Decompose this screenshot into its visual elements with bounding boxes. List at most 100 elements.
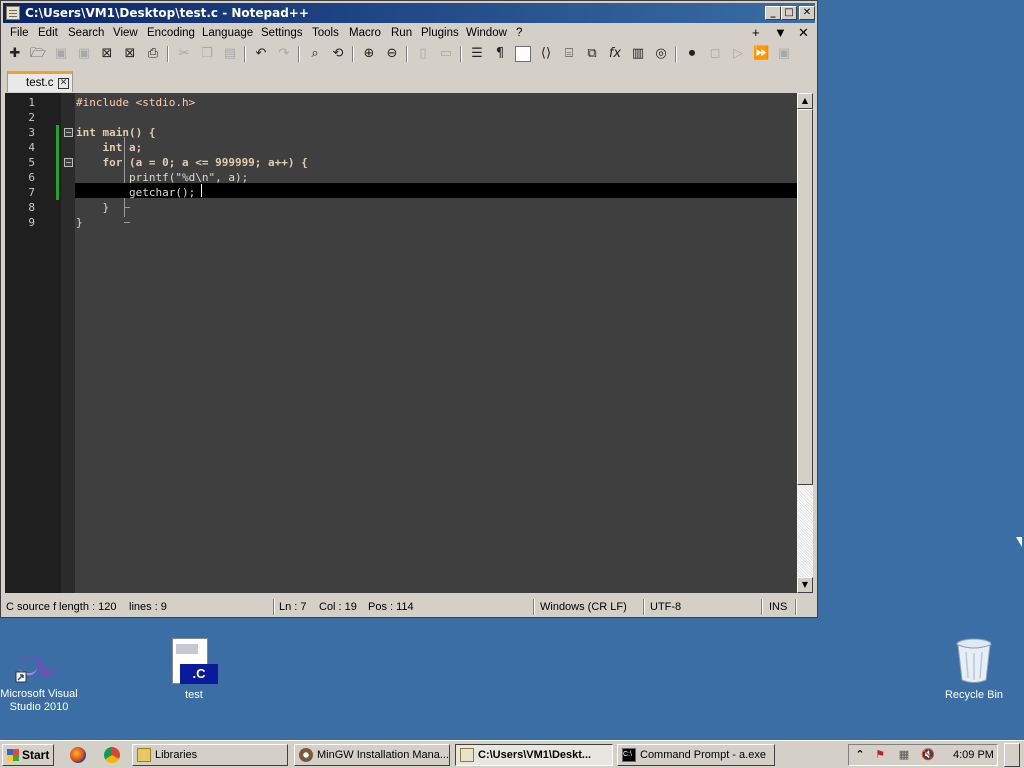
desktop-icon-recycle-bin[interactable]: Recycle Bin: [940, 638, 1008, 706]
menu-settings[interactable]: Settings: [259, 24, 305, 42]
menu-view[interactable]: View: [111, 24, 140, 42]
cut-icon[interactable]: ✂: [176, 46, 192, 62]
user-defined-language-icon[interactable]: ⟨⟩: [538, 46, 554, 62]
menu-tools[interactable]: Tools: [310, 24, 341, 42]
new-tab-button[interactable]: +: [752, 24, 760, 42]
play-macro-icon[interactable]: ▷: [730, 46, 746, 62]
menu-encoding[interactable]: Encoding: [145, 24, 197, 42]
taskbar-item-libraries[interactable]: Libraries: [132, 744, 288, 766]
stop-macro-icon[interactable]: ◻: [707, 46, 723, 62]
new-file-icon[interactable]: ✚: [7, 46, 23, 62]
redo-icon[interactable]: ↷: [276, 46, 292, 62]
menu-edit[interactable]: Edit: [36, 24, 60, 42]
toolbar-separator: [352, 46, 354, 62]
status-insert-mode[interactable]: INS: [769, 597, 787, 617]
start-button[interactable]: Start: [2, 744, 54, 766]
tab-close-icon[interactable]: ✕: [58, 78, 69, 89]
close-button[interactable]: ✕: [799, 6, 815, 20]
close-all-icon[interactable]: ⊠: [122, 46, 138, 62]
taskbar-item-mingw[interactable]: MinGW Installation Mana...: [294, 744, 450, 766]
function-list-icon[interactable]: fx: [607, 46, 623, 62]
save-all-icon[interactable]: ▣: [76, 46, 92, 62]
show-desktop-button[interactable]: [1004, 743, 1020, 767]
toolbar-separator: [298, 46, 300, 62]
close-file-icon[interactable]: ⊠: [99, 46, 115, 62]
word-wrap-icon[interactable]: ☰: [469, 46, 485, 62]
desktop-icon-label: Recycle Bin: [944, 689, 1004, 701]
code-line: getchar();: [76, 186, 196, 199]
paste-icon[interactable]: ▤: [222, 46, 238, 62]
taskbar-item-label: Command Prompt - a.exe: [640, 749, 766, 761]
zoom-in-icon[interactable]: ⊕: [361, 46, 377, 62]
network-icon[interactable]: ▦: [897, 748, 911, 762]
taskbar-item-command-prompt[interactable]: C:\ Command Prompt - a.exe: [617, 744, 775, 766]
vertical-scrollbar[interactable]: ▲ ▼: [797, 93, 813, 593]
undo-icon[interactable]: ↶: [253, 46, 269, 62]
open-file-icon[interactable]: 🗁: [30, 46, 46, 62]
status-divider: [533, 599, 535, 615]
menu-search[interactable]: Search: [66, 24, 106, 42]
status-eol[interactable]: Windows (CR LF): [540, 597, 627, 617]
close-document-button[interactable]: ✕: [798, 24, 809, 42]
menu-macro[interactable]: Macro: [347, 24, 383, 42]
save-macro-icon[interactable]: ▣: [776, 46, 792, 62]
fold-end-marker: [124, 222, 130, 223]
taskbar-item-label: MinGW Installation Mana...: [317, 749, 450, 761]
clock[interactable]: 4:09 PM: [953, 745, 994, 765]
firefox-icon[interactable]: [70, 747, 86, 763]
copy-icon[interactable]: ❐: [199, 46, 215, 62]
document-map-icon[interactable]: ⌸: [561, 46, 577, 62]
indent-guide-icon[interactable]: [515, 46, 531, 62]
menu-run[interactable]: Run: [389, 24, 414, 42]
desktop-icon-visual-studio[interactable]: Microsoft Visual Studio 2010: [0, 646, 78, 718]
sync-horizontal-icon[interactable]: ▭: [438, 46, 454, 62]
show-all-characters-icon[interactable]: ¶: [492, 46, 508, 62]
status-encoding[interactable]: UTF-8: [650, 597, 681, 617]
status-bar: C source f length : 120 lines : 9 Ln : 7…: [3, 597, 815, 617]
fold-toggle-icon[interactable]: −: [64, 128, 73, 137]
replace-icon[interactable]: ⟲: [330, 46, 346, 62]
action-center-icon[interactable]: ⚑: [873, 748, 887, 762]
scroll-down-icon[interactable]: ▼: [797, 577, 813, 593]
menu-plugins[interactable]: Plugins: [419, 24, 461, 42]
folder-icon: [137, 748, 151, 762]
title-bar[interactable]: C:\Users\VM1\Desktop\test.c - Notepad++ …: [3, 3, 815, 23]
notepad-icon: [460, 748, 474, 762]
tab-test-c[interactable]: test.c ✕: [7, 71, 73, 92]
find-icon[interactable]: ⌕: [307, 46, 323, 62]
folder-as-workspace-icon[interactable]: ▥: [630, 46, 646, 62]
record-macro-icon[interactable]: ⏺: [684, 46, 700, 62]
menu-language[interactable]: Language: [200, 24, 255, 42]
fold-toggle-icon[interactable]: −: [64, 158, 73, 167]
show-hidden-icons-icon[interactable]: ⌃: [853, 748, 867, 762]
scrollbar-thumb[interactable]: [797, 109, 813, 485]
zoom-out-icon[interactable]: ⊖: [384, 46, 400, 62]
line-number: 1: [28, 96, 35, 109]
menu-file[interactable]: File: [8, 24, 31, 42]
menu-help[interactable]: ?: [514, 24, 524, 42]
save-icon[interactable]: ▣: [53, 46, 69, 62]
taskbar-item-notepadpp[interactable]: C:\Users\VM1\Deskt...: [455, 744, 613, 766]
menu-window[interactable]: Window: [464, 24, 509, 42]
visual-studio-icon: [15, 655, 58, 683]
status-line: Ln : 7: [279, 601, 307, 613]
tab-list-dropdown[interactable]: ▼: [774, 24, 787, 42]
maximize-button[interactable]: □: [781, 6, 797, 20]
c-file-badge: .C: [180, 664, 218, 684]
taskbar: Start Libraries MinGW Installation Mana.…: [0, 740, 1024, 768]
chrome-icon[interactable]: [104, 747, 120, 763]
volume-muted-icon[interactable]: 🔇: [921, 748, 935, 762]
document-list-icon[interactable]: ⧉: [584, 46, 600, 62]
line-number: 9: [28, 216, 35, 229]
run-macro-multiple-icon[interactable]: ⏩: [753, 46, 769, 62]
print-icon[interactable]: ⎙: [145, 46, 161, 62]
status-divider: [795, 599, 797, 615]
monitoring-icon[interactable]: ◎: [653, 46, 669, 62]
minimize-button[interactable]: _: [765, 6, 781, 20]
code-editor[interactable]: 1 2 3 4 5 6 7 8 9 − − #include <stdio.h>…: [5, 93, 813, 593]
toolbar-separator: [406, 46, 408, 62]
sync-vertical-icon[interactable]: ▯: [415, 46, 431, 62]
desktop-icon-test[interactable]: .C test: [164, 636, 224, 702]
scrollbar-track[interactable]: [797, 485, 813, 577]
scroll-up-icon[interactable]: ▲: [797, 93, 813, 109]
